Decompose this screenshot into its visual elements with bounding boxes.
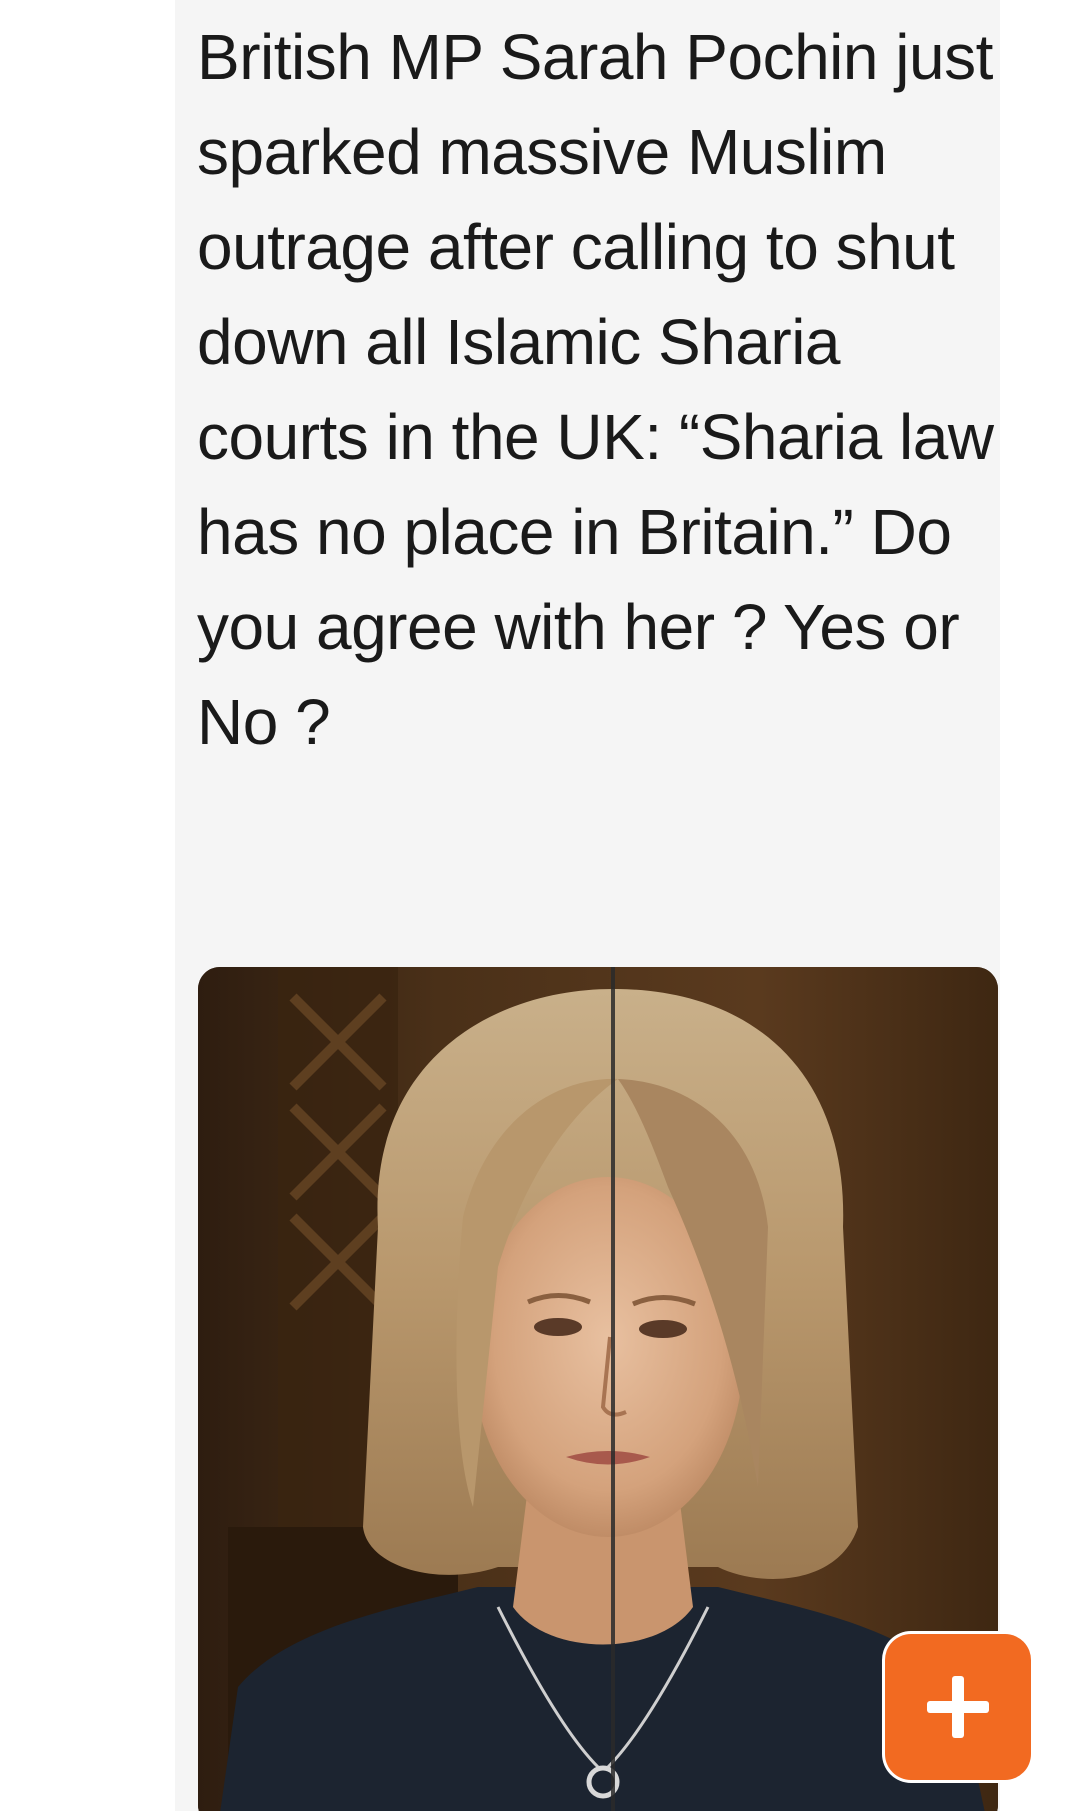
- left-margin: [0, 0, 175, 1811]
- post-photo[interactable]: [198, 967, 998, 1811]
- plus-icon: [927, 1676, 989, 1738]
- add-button[interactable]: [885, 1634, 1031, 1780]
- portrait-image: [198, 967, 998, 1811]
- post-text: British MP Sarah Pochin just sparked mas…: [197, 21, 994, 758]
- post-page: British MP Sarah Pochin just sparked mas…: [0, 0, 1080, 1811]
